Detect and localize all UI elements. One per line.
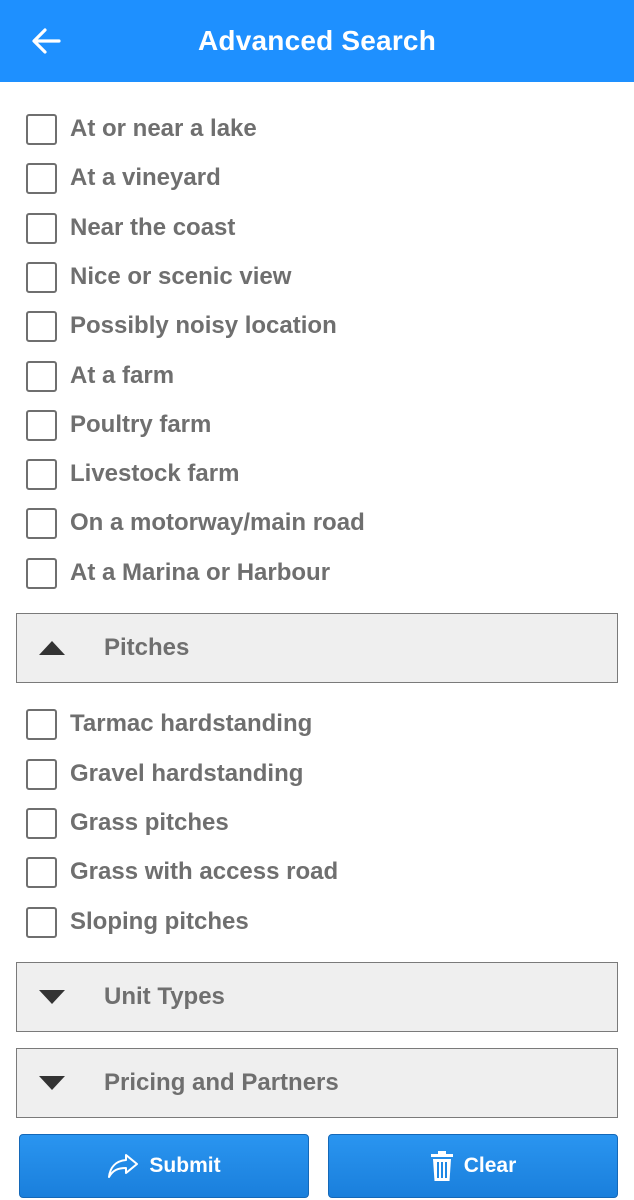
checkbox-option-livestock-farm[interactable]: Livestock farm xyxy=(26,456,239,492)
checkbox[interactable] xyxy=(26,162,57,194)
checkbox-label: At a Marina or Harbour xyxy=(70,559,331,586)
arrow-left-icon xyxy=(32,28,61,54)
clear-button[interactable]: Clear xyxy=(328,1134,618,1198)
section-label: Pitches xyxy=(104,634,190,661)
checkbox[interactable] xyxy=(26,310,57,342)
checkbox-label: At or near a lake xyxy=(70,115,257,142)
checkbox-option-sloping[interactable]: Sloping pitches xyxy=(26,904,249,940)
checkbox[interactable] xyxy=(26,708,57,740)
checkbox[interactable] xyxy=(26,758,57,790)
checkbox-option-poultry-farm[interactable]: Poultry farm xyxy=(26,407,211,443)
checkbox-label: Nice or scenic view xyxy=(70,263,292,290)
section-header-pricing-partners[interactable]: Pricing and Partners xyxy=(16,1048,618,1118)
checkbox-label: Grass with access road xyxy=(70,858,339,885)
checkbox-option-coast[interactable]: Near the coast xyxy=(26,210,235,246)
checkbox[interactable] xyxy=(26,856,57,888)
checkbox-label: Near the coast xyxy=(70,214,236,241)
checkbox-label: At a vineyard xyxy=(70,164,221,191)
checkbox-label: Grass pitches xyxy=(70,809,229,836)
checkbox-option-motorway[interactable]: On a motorway/main road xyxy=(26,505,365,541)
checkbox[interactable] xyxy=(26,458,57,490)
section-header-pitches[interactable]: Pitches xyxy=(16,613,618,683)
checkbox[interactable] xyxy=(26,113,57,145)
checkbox-option-marina[interactable]: At a Marina or Harbour xyxy=(26,555,330,591)
checkbox-option-farm[interactable]: At a farm xyxy=(26,358,174,394)
checkbox[interactable] xyxy=(26,261,57,293)
section-label: Unit Types xyxy=(104,983,225,1010)
checkbox-label: Poultry farm xyxy=(70,411,212,438)
checkbox-label: Possibly noisy location xyxy=(70,312,337,339)
checkbox-label: Gravel hardstanding xyxy=(70,760,304,787)
checkbox[interactable] xyxy=(26,409,57,441)
trash-icon xyxy=(430,1150,454,1182)
section-label: Pricing and Partners xyxy=(104,1069,339,1096)
triangle-down-icon xyxy=(39,989,65,1005)
page-title: Advanced Search xyxy=(198,25,436,56)
checkbox-label: At a farm xyxy=(70,362,175,389)
checkbox-label: On a motorway/main road xyxy=(70,509,365,536)
checkbox[interactable] xyxy=(26,807,57,839)
checkbox[interactable] xyxy=(26,507,57,539)
checkbox-option-vineyard[interactable]: At a vineyard xyxy=(26,160,221,196)
triangle-up-icon xyxy=(39,640,65,656)
checkbox-label: Tarmac hardstanding xyxy=(70,710,313,737)
share-arrow-icon xyxy=(107,1153,139,1179)
triangle-down-icon xyxy=(39,1075,65,1091)
checkbox-option-grass-pitches[interactable]: Grass pitches xyxy=(26,805,229,841)
section-header-unit-types[interactable]: Unit Types xyxy=(16,962,618,1032)
submit-label: Submit xyxy=(149,1154,221,1177)
checkbox-option-scenic-view[interactable]: Nice or scenic view xyxy=(26,259,291,295)
app-bar: Advanced Search xyxy=(0,0,634,82)
checkbox-label: Sloping pitches xyxy=(70,908,249,935)
checkbox[interactable] xyxy=(26,557,57,589)
checkbox[interactable] xyxy=(26,360,57,392)
checkbox[interactable] xyxy=(26,212,57,244)
clear-label: Clear xyxy=(463,1154,517,1177)
checkbox-option-noisy[interactable]: Possibly noisy location xyxy=(26,308,337,344)
checkbox-option-tarmac[interactable]: Tarmac hardstanding xyxy=(26,706,312,742)
checkbox-option-lake[interactable]: At or near a lake xyxy=(26,111,257,147)
back-button[interactable] xyxy=(26,21,66,61)
checkbox-option-grass-access-road[interactable]: Grass with access road xyxy=(26,854,338,890)
checkbox-label: Livestock farm xyxy=(70,460,240,487)
checkbox[interactable] xyxy=(26,906,57,938)
submit-button[interactable]: Submit xyxy=(19,1134,309,1198)
checkbox-option-gravel[interactable]: Gravel hardstanding xyxy=(26,756,303,792)
